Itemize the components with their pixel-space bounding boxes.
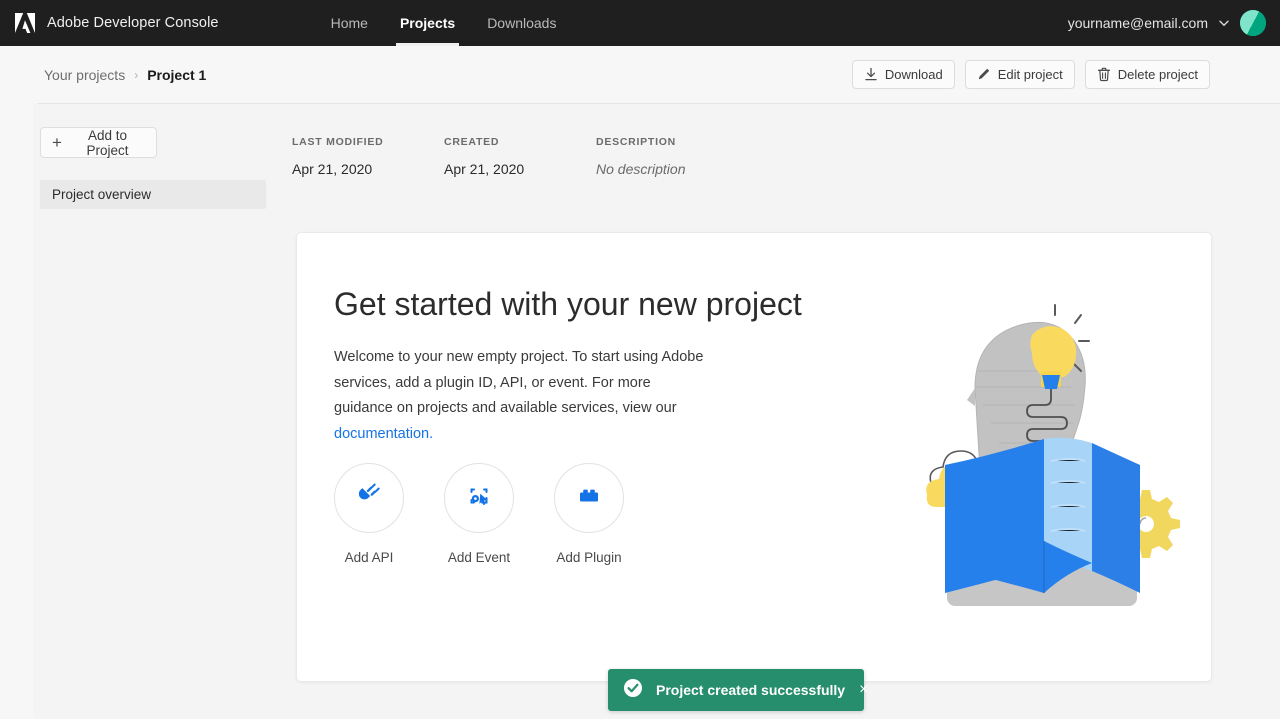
meta-created: CREATED Apr 21, 2020: [444, 136, 596, 177]
meta-description-label: DESCRIPTION: [596, 136, 686, 148]
nav-tab-home[interactable]: Home: [315, 0, 384, 46]
get-started-card: Get started with your new project Welcom…: [296, 232, 1212, 682]
plug-icon: [354, 481, 384, 516]
pencil-icon: [977, 67, 991, 82]
breadcrumb-separator-icon: ›: [134, 68, 138, 82]
success-toast: Project created successfully ×: [608, 669, 864, 711]
add-api-circle[interactable]: [334, 463, 404, 533]
event-cursor-gear-icon: [464, 481, 494, 516]
chevron-down-icon[interactable]: [1218, 17, 1230, 29]
breadcrumb-current: Project 1: [147, 67, 206, 83]
app-root: Adobe Developer Console Home Projects Do…: [0, 0, 1280, 719]
toast-close-button[interactable]: ×: [859, 669, 868, 711]
adobe-logo-icon: [12, 11, 38, 35]
account-email: yourname@email.com: [1068, 15, 1208, 31]
meta-last-modified: LAST MODIFIED Apr 21, 2020: [292, 136, 444, 177]
plus-icon: +: [52, 134, 62, 151]
download-icon: [864, 67, 878, 82]
add-event-action[interactable]: Add Event: [444, 463, 514, 565]
meta-created-label: CREATED: [444, 136, 596, 148]
project-actions: Download Edit project: [852, 46, 1210, 103]
add-plugin-circle[interactable]: [554, 463, 624, 533]
nav-tab-downloads[interactable]: Downloads: [471, 0, 572, 46]
brand-name: Adobe Developer Console: [47, 15, 219, 31]
quick-actions: Add API: [334, 463, 624, 565]
meta-description: DESCRIPTION No description: [596, 136, 686, 177]
account-menu[interactable]: yourname@email.com: [1068, 0, 1266, 46]
sidebar: + Add to Project Project overview: [40, 127, 266, 209]
download-button-label: Download: [885, 67, 943, 82]
meta-last-modified-value: Apr 21, 2020: [292, 161, 444, 177]
check-circle-icon: [623, 678, 643, 703]
meta-description-value: No description: [596, 161, 686, 177]
download-button[interactable]: Download: [852, 60, 955, 89]
breadcrumb-parent-link[interactable]: Your projects: [44, 67, 125, 83]
nav-tab-projects[interactable]: Projects: [384, 0, 471, 46]
add-event-label: Add Event: [448, 550, 510, 565]
brand[interactable]: Adobe Developer Console: [0, 11, 219, 35]
card-body-part1: Welcome to your new empty project. To st…: [334, 349, 703, 416]
page-title: Get started with your new project: [334, 286, 802, 323]
delete-project-button-label: Delete project: [1118, 67, 1198, 82]
get-started-illustration: [913, 283, 1183, 623]
breadcrumb: Your projects › Project 1: [44, 46, 206, 103]
toast-message: Project created successfully: [656, 682, 845, 698]
edit-project-button[interactable]: Edit project: [965, 60, 1075, 89]
sidebar-item-project-overview[interactable]: Project overview: [40, 180, 266, 209]
documentation-link[interactable]: documentation.: [334, 426, 433, 442]
sidebar-item-label: Project overview: [52, 187, 151, 202]
trash-icon: [1097, 67, 1111, 82]
add-api-label: Add API: [345, 550, 394, 565]
add-plugin-action[interactable]: Add Plugin: [554, 463, 624, 565]
card-body-text: Welcome to your new empty project. To st…: [334, 345, 712, 447]
breadcrumb-bar: Your projects › Project 1 Download: [0, 46, 1280, 103]
project-metadata: LAST MODIFIED Apr 21, 2020 CREATED Apr 2…: [292, 136, 686, 177]
delete-project-button[interactable]: Delete project: [1085, 60, 1210, 89]
top-navigation-bar: Adobe Developer Console Home Projects Do…: [0, 0, 1280, 46]
meta-created-value: Apr 21, 2020: [444, 161, 596, 177]
nav-tabs: Home Projects Downloads: [315, 0, 573, 46]
add-to-project-label: Add to Project: [70, 128, 145, 158]
header-divider: [38, 103, 1280, 104]
avatar[interactable]: [1240, 10, 1266, 36]
meta-last-modified-label: LAST MODIFIED: [292, 136, 444, 148]
lego-brick-icon: [574, 481, 604, 516]
add-plugin-label: Add Plugin: [556, 550, 621, 565]
edit-project-button-label: Edit project: [998, 67, 1063, 82]
add-to-project-button[interactable]: + Add to Project: [40, 127, 157, 158]
add-api-action[interactable]: Add API: [334, 463, 404, 565]
add-event-circle[interactable]: [444, 463, 514, 533]
left-edge-strip: [0, 46, 33, 719]
